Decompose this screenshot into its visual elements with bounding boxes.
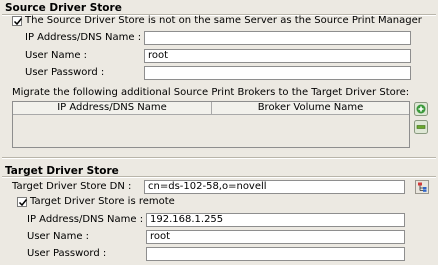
column-header-ip[interactable]: IP Address/DNS Name	[13, 102, 211, 114]
target-dn-label: Target Driver Store DN :	[12, 181, 132, 192]
target-password-input[interactable]	[146, 247, 405, 261]
target-ip-label: IP Address/DNS Name :	[27, 214, 144, 225]
migrate-brokers-text: Migrate the following additional Source …	[12, 87, 410, 98]
target-user-label: User Name :	[27, 231, 90, 242]
brokers-table[interactable]: IP Address/DNS Name Broker Volume Name	[12, 101, 410, 148]
target-user-input[interactable]: root	[146, 230, 405, 244]
source-remote-checkbox-label: The Source Driver Store is not on the sa…	[25, 15, 422, 26]
brokers-table-header: IP Address/DNS Name Broker Volume Name	[13, 102, 409, 115]
section-divider-highlight	[2, 158, 436, 159]
remove-broker-button[interactable]	[414, 120, 428, 134]
column-header-volume[interactable]: Broker Volume Name	[212, 102, 409, 114]
target-remote-checkbox-label: Target Driver Store is remote	[30, 196, 175, 207]
tree-browse-icon	[415, 180, 429, 194]
target-password-label: User Password :	[27, 248, 107, 259]
source-ip-input[interactable]	[144, 31, 411, 45]
source-remote-checkbox[interactable]	[12, 16, 23, 26]
plus-icon	[414, 102, 428, 116]
source-password-label: User Password :	[25, 67, 105, 78]
target-dn-input[interactable]: cn=ds-102-58,o=novell	[144, 180, 405, 194]
browse-dn-button[interactable]	[415, 180, 429, 194]
source-ip-label: IP Address/DNS Name :	[25, 32, 142, 43]
target-remote-checkbox[interactable]	[17, 197, 28, 207]
source-password-input[interactable]	[144, 66, 411, 80]
checkmark-icon	[18, 199, 28, 207]
add-broker-button[interactable]	[414, 102, 428, 116]
source-user-label: User Name :	[25, 50, 88, 61]
source-user-input[interactable]: root	[144, 49, 411, 63]
source-store-title: Source Driver Store	[5, 2, 122, 14]
minus-icon	[414, 120, 428, 134]
checkmark-icon	[13, 18, 23, 26]
target-ip-input[interactable]: 192.168.1.255	[146, 213, 405, 227]
target-title-divider-highlight	[2, 177, 436, 178]
